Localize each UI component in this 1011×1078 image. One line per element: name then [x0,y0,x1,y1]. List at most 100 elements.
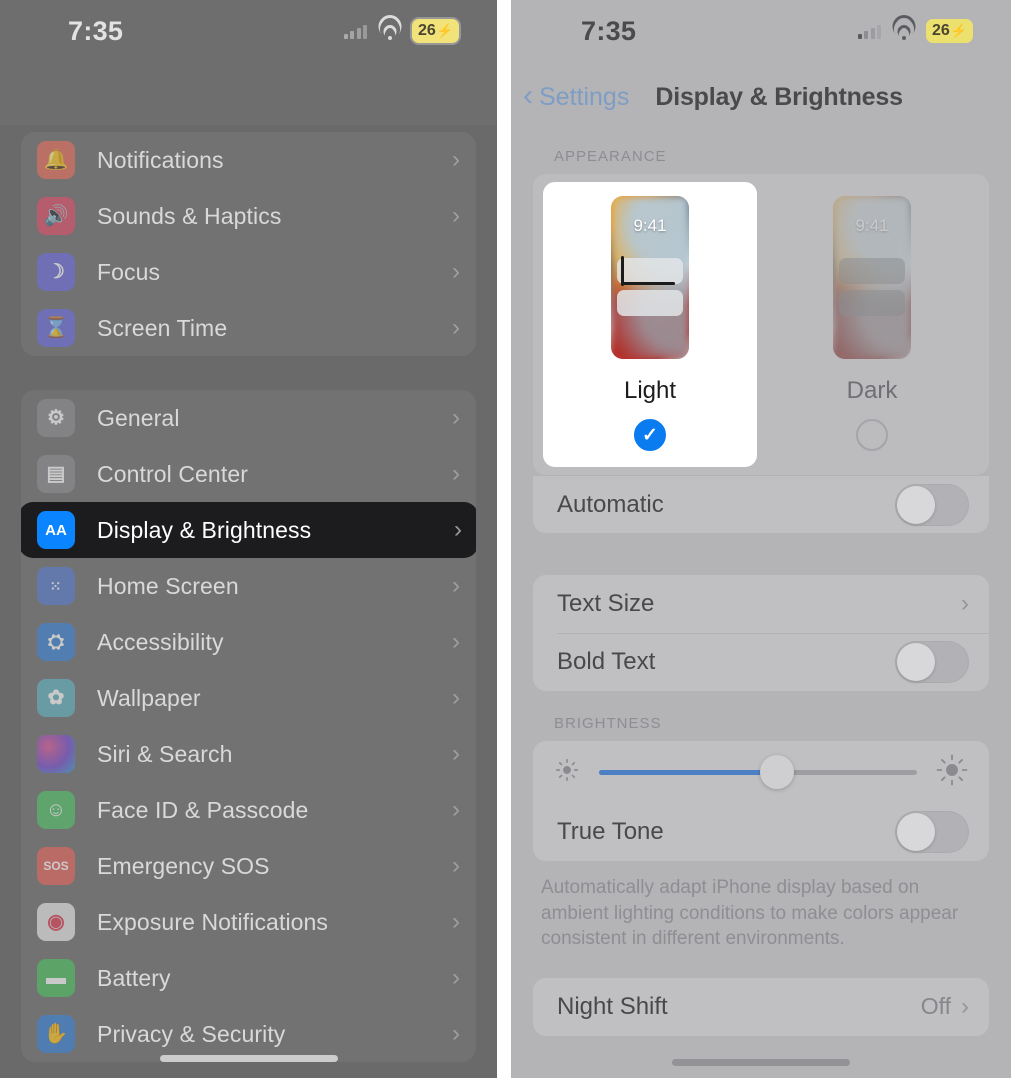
appearance-section-header: APPEARANCE [554,148,667,165]
night-shift-card: Night Shift Off › [533,977,989,1036]
hourglass-icon: ⌛ [37,309,75,347]
status-icons: 26 ⚡ [343,9,459,43]
brightness-track[interactable] [599,755,917,789]
sidebar-item-privacy-security[interactable]: ✋ Privacy & Security › [21,1006,476,1062]
sidebar-item-sounds-haptics[interactable]: 🔊 Sounds & Haptics › [21,188,476,244]
automatic-row[interactable]: Automatic [533,475,989,533]
left-status-bar: 7:35 26 ⚡ [0,0,497,62]
appearance-option-label: Light [623,377,677,404]
automatic-toggle[interactable] [895,483,969,526]
sidebar-item-label: Exposure Notifications [97,908,329,935]
chevron-left-icon: ‹ [523,78,533,112]
sidebar-item-wallpaper[interactable]: ✿ Wallpaper › [21,670,476,726]
sidebar-item-label: Sounds & Haptics [97,202,282,229]
sidebar-item-screen-time[interactable]: ⌛ Screen Time › [21,300,476,356]
status-time: 7:35 [581,15,637,46]
bold-text-toggle[interactable] [895,641,969,683]
wifi-icon [887,9,920,43]
icon-glyph: ⌛ [43,317,69,339]
text-size-label: Text Size [557,590,655,617]
battery-percent: 26 [418,22,436,39]
sidebar-item-focus[interactable]: ☽ Focus › [21,244,476,300]
appearance-option-label: Dark [846,377,898,404]
preview-time: 9:41 [855,216,889,235]
icon-glyph: ⁙ [49,578,63,594]
battery-charging-icon: ⚡ [950,23,967,38]
sidebar-item-emergency-sos[interactable]: SOS Emergency SOS › [21,838,476,894]
bold-text-row[interactable]: Bold Text [533,633,989,691]
appearance-option-dark[interactable]: 9:41 Dark [765,182,979,467]
night-shift-row[interactable]: Night Shift Off › [533,978,989,1036]
text-size-row[interactable]: Text Size › [533,575,989,633]
check-glyph: ✓ [642,424,658,446]
toggle-knob [897,813,935,851]
sidebar-item-label: Privacy & Security [97,1020,286,1047]
chevron-right-icon: › [452,460,460,487]
display-brightness-aa-icon: AA [37,511,75,549]
chevron-right-icon: › [961,590,969,617]
preview-accent-bar [621,256,624,286]
true-tone-toggle[interactable] [895,811,969,853]
gear-icon: ⚙ [37,399,75,437]
chevron-right-icon: › [452,1020,460,1047]
sidebar-item-label: Wallpaper [97,684,201,711]
sidebar-item-notifications[interactable]: 🔔 Notifications › [21,132,476,188]
cellular-signal-icon [343,23,367,39]
sidebar-item-general[interactable]: ⚙ General › [21,390,476,446]
sidebar-item-home-screen[interactable]: ⁙ Home Screen › [21,558,476,614]
icon-glyph: 🔊 [43,205,69,227]
sun-small-icon [553,756,581,789]
sidebar-item-control-center[interactable]: ▤ Control Center › [21,446,476,502]
sidebar-item-battery[interactable]: ▬ Battery › [21,950,476,1006]
true-tone-footnote: Automatically adapt iPhone display based… [541,877,959,950]
sidebar-item-label: Battery [97,964,171,991]
sidebar-item-label: Face ID & Passcode [97,796,309,823]
preview-notification [839,290,905,316]
chevron-right-icon: › [961,992,969,1020]
chevron-right-icon: › [452,314,460,341]
sidebar-item-display-brightness[interactable]: AA Display & Brightness › [21,502,476,558]
light-mode-checkmark-icon[interactable]: ✓ [634,419,666,451]
chevron-right-icon: › [452,740,460,767]
appearance-option-light[interactable]: 9:41 Light ✓ [543,182,757,467]
chevron-right-icon: › [452,684,460,711]
sidebar-item-accessibility[interactable]: ⛭ Accessibility › [21,614,476,670]
chevron-right-icon: › [452,146,460,173]
brightness-slider-row[interactable] [533,741,989,803]
wallpaper-flower-icon: ✿ [37,679,75,717]
battery-icon: ▬ [37,959,75,997]
battery-status-icon: 26 ⚡ [412,19,459,43]
sidebar-item-label: General [97,404,180,431]
sidebar-item-label: Focus [97,258,161,285]
settings-group-1: 🔔 Notifications › 🔊 Sounds & Haptics › ☽… [21,132,476,356]
notifications-bell-icon: 🔔 [37,141,75,179]
icon-glyph: ✋ [43,1023,69,1045]
privacy-hand-icon: ✋ [37,1015,75,1053]
home-screen-grid-icon: ⁙ [37,567,75,605]
true-tone-row[interactable]: True Tone [533,803,989,861]
icon-glyph: 🔔 [43,149,69,171]
brightness-card: True Tone [533,741,989,861]
back-button-label: Settings [539,82,630,111]
dual-phone-screenshot: 7:35 26 ⚡ Settings [0,0,1011,1078]
sidebar-item-siri-search[interactable]: ● Siri & Search › [21,726,476,782]
dark-mode-radio-button[interactable] [856,419,888,451]
sidebar-item-exposure-notifications[interactable]: ◉ Exposure Notifications › [21,894,476,950]
brightness-fill [599,769,778,775]
brightness-slider-knob[interactable] [760,755,795,789]
icon-glyph: AA [45,521,67,539]
back-button[interactable]: ‹ Settings [523,78,630,112]
icon-glyph: ▬ [46,967,66,989]
status-time: 7:35 [68,15,124,46]
sidebar-item-label: Emergency SOS [97,852,270,879]
chevron-right-icon: › [452,404,460,431]
battery-percent: 26 [932,22,950,39]
brightness-section-header: BRIGHTNESS [554,715,662,732]
battery-status-icon: 26 ⚡ [926,19,973,43]
icon-glyph: ⚙ [47,407,65,429]
sun-large-icon [935,753,969,792]
right-status-bar: 7:35 26 ⚡ [511,0,1011,62]
navigation-bar: ‹ Settings Display & Brightness [511,70,1011,124]
sidebar-item-face-id-passcode[interactable]: ☺ Face ID & Passcode › [21,782,476,838]
